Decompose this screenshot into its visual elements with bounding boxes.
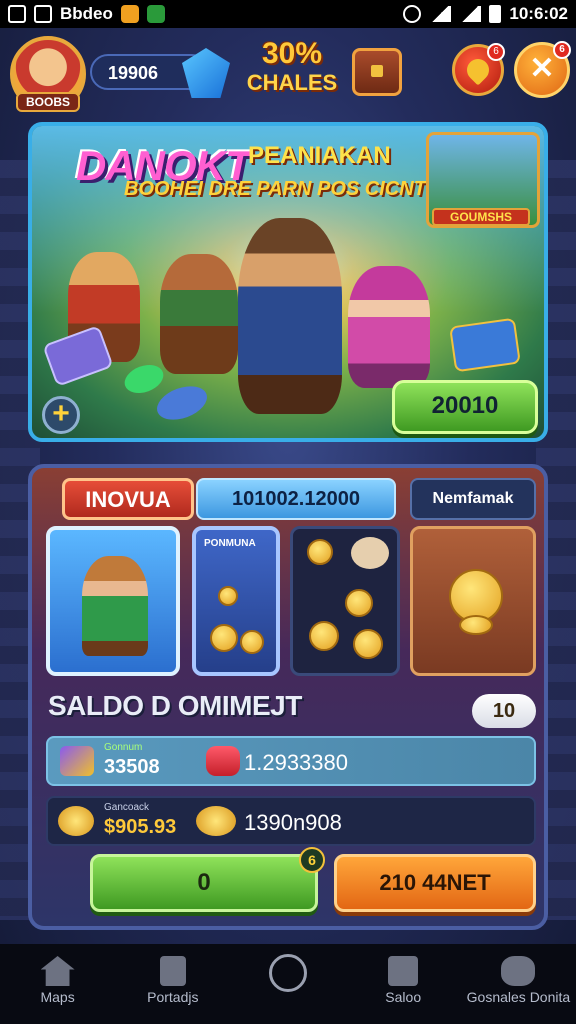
image-icon — [8, 5, 26, 23]
wifi-icon — [429, 6, 452, 22]
nav-label: Portadjs — [147, 989, 199, 1005]
status-left-text: Bbdeo — [60, 4, 113, 23]
puzzle-icon — [501, 956, 536, 986]
coin-stack-icon — [196, 806, 236, 836]
nav-item-center[interactable] — [230, 944, 345, 1024]
add-button[interactable]: + — [42, 396, 80, 434]
hero-figure — [82, 556, 148, 656]
hero-character — [160, 254, 238, 374]
coin-icon — [210, 624, 238, 652]
avatar-label: BOOBS — [16, 92, 80, 112]
top-bar: BOOBS 19906 30% CHALES 6 ✕ 6 — [6, 34, 571, 112]
settings-icon — [34, 5, 52, 23]
gem-chest-icon — [449, 317, 521, 373]
nav-item-donita[interactable]: Gosnales Donita — [461, 944, 576, 1024]
heart-button[interactable]: 6 — [452, 43, 505, 96]
pig-icon — [351, 537, 389, 569]
coin-icon — [345, 589, 373, 617]
balance-row[interactable]: Gancoack $905.93 1390n908 — [46, 796, 536, 846]
coin-icon — [240, 630, 264, 654]
bottom-nav: Maps Portadjs Saloo Gosnales Donita — [0, 944, 576, 1024]
row-caption: Gancoack — [104, 802, 150, 813]
banner-subtitle: BOOHEI DRE PARN POS CICNTS — [124, 178, 440, 200]
close-icon: ✕ — [529, 52, 555, 85]
tab-amount[interactable]: 101002.12000 — [196, 478, 396, 520]
battery-icon — [489, 5, 502, 23]
message-icon — [388, 956, 419, 986]
power-icon — [269, 954, 307, 992]
coin-icon — [309, 621, 339, 651]
coin-icon — [307, 539, 333, 565]
nav-label: Saloo — [385, 989, 422, 1005]
row-caption: Gonnum — [104, 742, 143, 753]
collect-button-label: 0 — [197, 869, 211, 896]
saldo-count-pill[interactable]: 10 — [472, 694, 536, 728]
notification-badge: 6 — [487, 43, 505, 61]
clock: 10:6:02 — [509, 4, 568, 23]
row-value-primary: 33508 — [104, 756, 160, 778]
nav-label: Maps — [40, 989, 75, 1005]
row-value-secondary: 1.2933380 — [244, 750, 348, 775]
ticket-icon — [60, 746, 94, 776]
item-card-hero[interactable] — [46, 526, 180, 676]
nav-item-saloo[interactable]: Saloo — [346, 944, 461, 1024]
banner-title-secondary: PEANIAKAN — [248, 142, 391, 169]
coin-icon — [353, 629, 383, 659]
item-card-gold[interactable] — [410, 526, 536, 676]
item-card-treasure[interactable] — [290, 526, 400, 676]
signal-icon — [459, 6, 482, 22]
row-value-primary: $905.93 — [104, 816, 177, 838]
game-badge-icon — [146, 5, 165, 23]
chip-icon — [152, 380, 212, 426]
alarm-icon — [403, 5, 422, 23]
item-card-coins[interactable]: PONMUNA — [192, 526, 280, 676]
saldo-title: SALDO D OMIMEJT — [48, 690, 302, 721]
document-icon — [159, 956, 186, 986]
chip-icon — [120, 359, 168, 399]
coin-icon — [459, 615, 493, 635]
banner-inset-label: GOUMSHS — [432, 208, 530, 226]
hero-character — [348, 266, 430, 388]
coin-icon — [218, 586, 238, 606]
close-button[interactable]: ✕ 6 — [514, 41, 571, 98]
promo-banner[interactable]: DANOKT PEANIAKAN BOOHEI DRE PARN POS CIC… — [28, 122, 548, 442]
bet-button[interactable]: 210 44NET — [334, 854, 536, 912]
nav-item-portadjs[interactable]: Portadjs — [115, 944, 230, 1024]
notification-badge: 6 — [553, 41, 571, 59]
game-logo: 30% CHALES — [246, 38, 338, 106]
status-bar: Bbdeo 10:6:02 — [0, 0, 576, 28]
hero-character-main — [238, 218, 342, 414]
card-label: PONMUNA — [204, 538, 256, 549]
banner-cta-button[interactable]: 20010 — [392, 380, 538, 434]
logo-word: CHALES — [246, 70, 338, 95]
gift-icon — [206, 746, 240, 776]
balance-row[interactable]: Gonnum 33508 1.2933380 — [46, 736, 536, 786]
row-value-secondary: 1390n908 — [244, 810, 342, 835]
collect-badge: 6 — [299, 847, 325, 873]
nav-label: Gosnales Donita — [466, 989, 571, 1005]
tab-nemfamak[interactable]: Nemfamak — [410, 478, 536, 520]
chest-icon[interactable] — [352, 48, 402, 96]
main-panel: INOVUA 101002.12000 Nemfamak PONMUNA SAL… — [28, 464, 548, 930]
nav-item-maps[interactable]: Maps — [0, 944, 115, 1024]
home-icon — [40, 956, 75, 986]
collect-button[interactable]: 0 6 — [90, 847, 325, 912]
app-badge-icon — [120, 5, 139, 23]
tab-inovua[interactable]: INOVUA — [62, 478, 194, 520]
logo-number: 30% — [261, 37, 323, 70]
coin-icon — [58, 806, 94, 836]
